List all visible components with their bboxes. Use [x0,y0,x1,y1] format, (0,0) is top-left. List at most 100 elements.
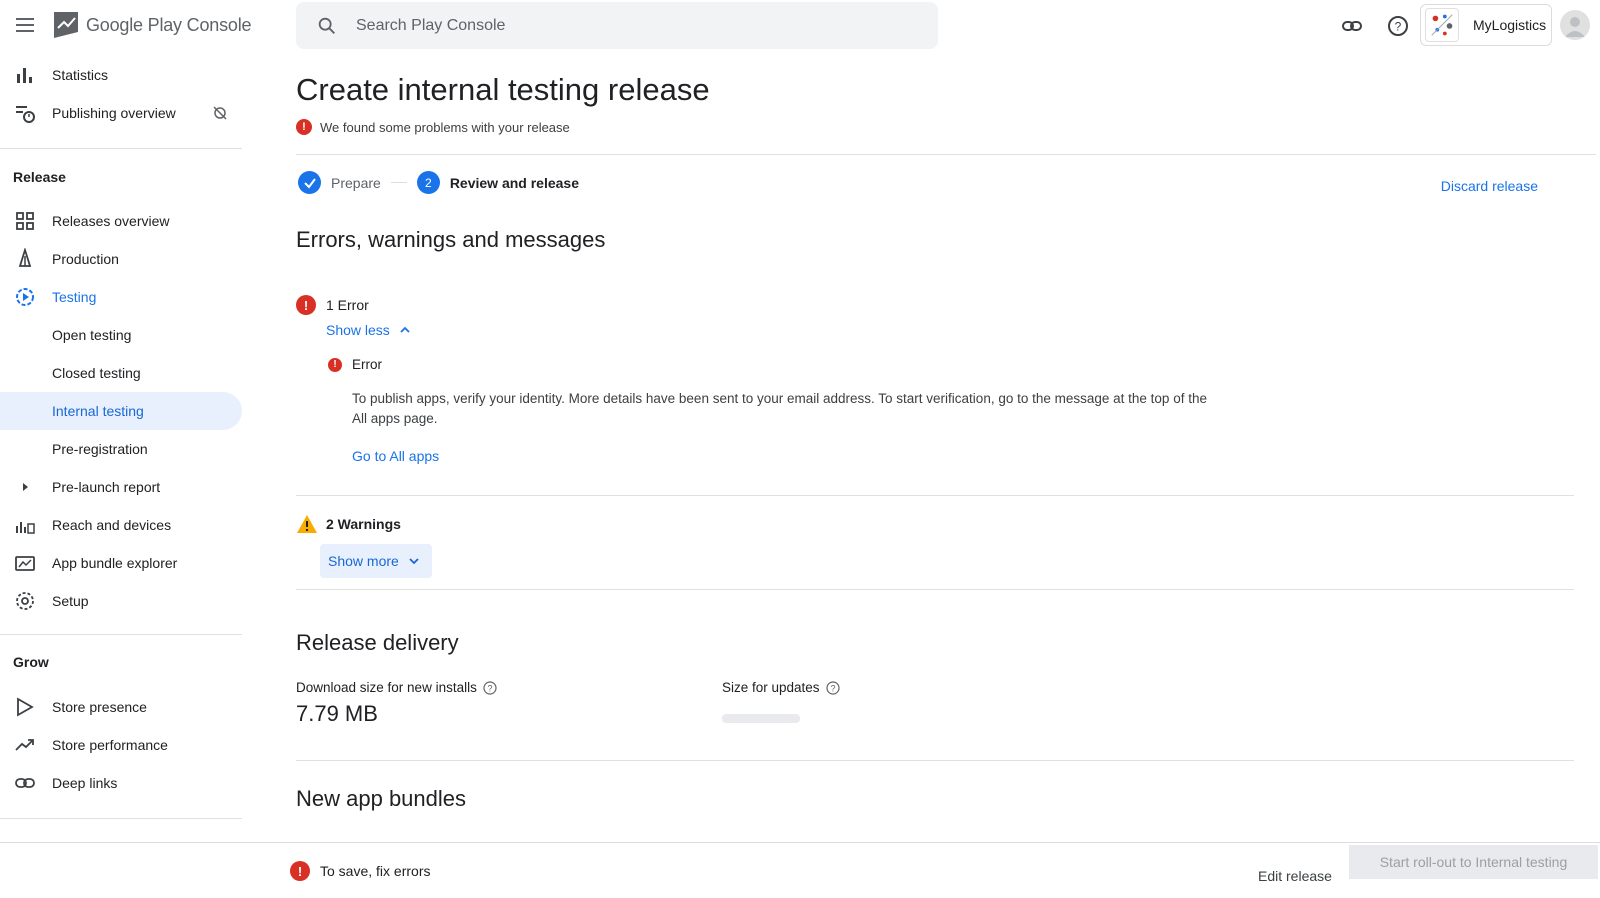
stepper: Prepare 2 Review and release [298,171,579,194]
page-title: Create internal testing release [296,72,710,107]
expand-arrow-icon[interactable] [14,476,36,498]
sidebar-section-release: Release [13,169,66,185]
search-bar[interactable] [296,2,938,49]
error-group-title: 1 Error [326,297,369,313]
sidebar-item-releases-overview[interactable]: Releases overview [0,202,242,240]
error-item-title: Error [352,357,382,372]
sidebar-item-app-bundle-explorer[interactable]: App bundle explorer [0,544,242,582]
error-group-header: ! 1 Error [296,295,369,315]
problem-notice-text: We found some problems with your release [320,119,570,135]
step-connector [390,182,407,183]
update-size-label: Size for updates ? [722,680,840,695]
warning-icon [297,515,317,533]
sidebar: Statistics Publishing overview Release R… [0,52,242,842]
gear-icon [16,592,34,610]
problem-notice: ! We found some problems with your relea… [296,119,570,135]
show-less-button[interactable]: Show less [326,322,412,338]
warning-group-title: 2 Warnings [326,516,401,532]
sidebar-item-pre-launch-report[interactable]: Pre-launch report [0,468,242,506]
error-item-body: To publish apps, verify your identity. M… [352,391,1207,426]
menu-icon[interactable] [14,14,36,36]
help-icon[interactable]: ? [1386,14,1410,38]
rocket-icon [18,248,32,267]
error-icon: ! [296,295,316,315]
start-rollout-button[interactable]: Start roll-out to Internal testing [1349,845,1598,879]
sidebar-section-grow: Grow [13,654,49,670]
error-icon: ! [290,861,310,881]
release-delivery-title: Release delivery [296,630,459,655]
divider [296,154,1596,155]
error-item-header: ! Error [328,357,382,372]
edit-release-button[interactable]: Edit release [1258,868,1332,884]
trending-icon [15,739,34,751]
bar-chart-icon [17,68,32,83]
link-icon [15,778,35,788]
help-icon[interactable]: ? [825,680,840,695]
sidebar-item-reach-and-devices[interactable]: Reach and devices [0,506,242,544]
sidebar-item-statistics[interactable]: Statistics [0,56,242,94]
chevron-down-icon [409,558,419,565]
step-number-badge: 2 [416,171,440,194]
sidebar-item-store-performance[interactable]: Store performance [0,726,242,764]
sidebar-item-label: Pre-registration [52,441,148,457]
download-size-label-text: Download size for new installs [296,680,477,695]
step-review-and-release: Review and release [449,174,579,191]
footer-message-text: To save, fix errors [320,863,431,879]
publishing-overview-icon [16,106,35,123]
user-avatar-icon [1565,17,1585,37]
avatar[interactable] [1560,10,1590,40]
show-less-label: Show less [326,322,390,338]
sidebar-item-pre-registration[interactable]: Pre-registration [0,430,242,468]
top-app-bar: Google Play Console ? MyLogistics [0,0,1600,52]
sidebar-item-production[interactable]: Production [0,240,242,278]
warning-group-header: 2 Warnings [296,514,401,534]
sidebar-item-label: Internal testing [52,403,144,419]
search-input[interactable] [356,16,856,35]
sidebar-item-label: Production [52,251,119,267]
show-more-label: Show more [328,553,399,569]
download-size-value: 7.79 MB [296,701,378,726]
help-icon[interactable]: ? [483,680,497,695]
sidebar-item-testing[interactable]: Testing [0,278,242,316]
sidebar-item-label: Setup [52,593,89,609]
sidebar-item-open-testing[interactable]: Open testing [0,316,242,354]
account-name: MyLogistics [1473,17,1547,33]
show-more-button[interactable]: Show more [320,544,432,578]
testing-icon [16,288,34,306]
sidebar-divider [0,634,242,635]
sidebar-item-store-presence[interactable]: Store presence [0,688,242,726]
app-logo-icon [1425,8,1459,42]
sidebar-item-label: Statistics [52,67,109,83]
sidebar-item-publishing-overview[interactable]: Publishing overview [0,94,242,132]
svg-text:?: ? [830,683,835,693]
errors-section-title: Errors, warnings and messages [296,227,606,252]
sidebar-item-label: Deep links [52,775,118,791]
update-size-label-text: Size for updates [722,680,820,695]
footer-message: ! To save, fix errors [290,861,430,881]
discard-release-link[interactable]: Discard release [1441,178,1538,194]
sidebar-item-deep-links[interactable]: Deep links [0,764,242,802]
error-icon: ! [328,357,342,372]
account-switcher[interactable]: MyLogistics [1420,4,1552,46]
sidebar-item-label: Closed testing [52,365,141,381]
go-to-all-apps-link[interactable]: Go to All apps [352,448,439,464]
sidebar-item-closed-testing[interactable]: Closed testing [0,354,242,392]
sidebar-item-setup[interactable]: Setup [0,582,242,620]
brand-name: Google Play Console [86,14,252,35]
divider [296,589,1574,590]
sidebar-item-label: Releases overview [52,213,170,229]
managed-publishing-off-icon[interactable] [212,105,228,121]
footer-bar: ! To save, fix errors Edit release Start… [0,842,1600,898]
play-console-logo-icon [54,12,78,38]
link-icon[interactable] [1340,14,1364,38]
sidebar-item-label: Open testing [52,327,132,343]
new-app-bundles-title: New app bundles [296,786,467,811]
divider [296,495,1574,496]
play-console-logo[interactable]: Google Play Console [52,10,252,40]
step-prepare[interactable]: Prepare [331,175,381,191]
reach-icon [16,522,35,534]
sidebar-divider [0,148,242,149]
sidebar-item-internal-testing[interactable]: Internal testing [0,392,242,430]
sidebar-divider [0,818,242,819]
sidebar-item-label: App bundle explorer [52,555,178,571]
